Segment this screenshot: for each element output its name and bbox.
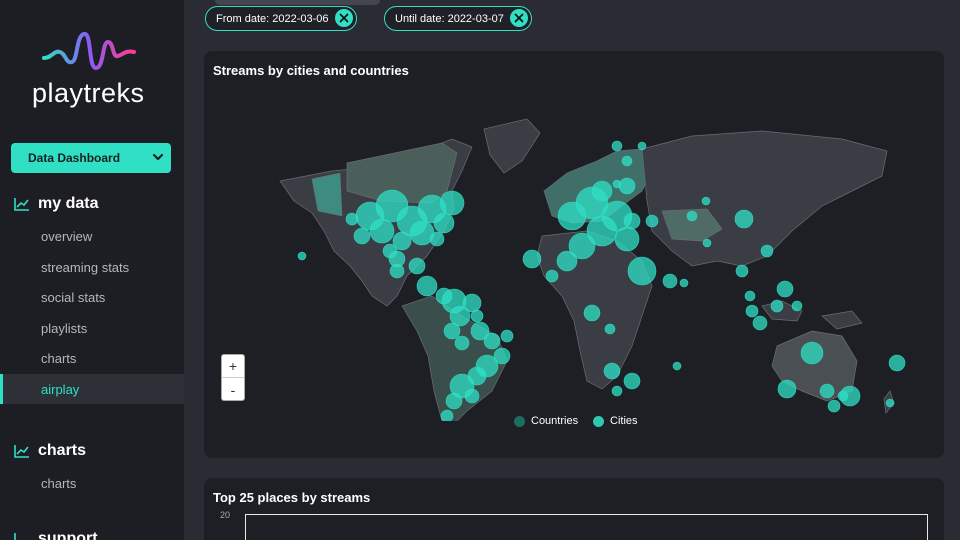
soundwave-logo-icon	[42, 32, 136, 71]
dashboard-select[interactable]: Data Dashboard	[11, 143, 171, 173]
sidebar: playtreks Data Dashboard my data overvie…	[0, 0, 184, 540]
dashboard-select-value: Data Dashboard	[28, 151, 121, 165]
line-chart-icon	[14, 445, 29, 458]
sidebar-item-airplay[interactable]: airplay	[0, 374, 184, 404]
zoom-in-button[interactable]: +	[222, 355, 244, 378]
sidebar-item-label: social stats	[41, 289, 106, 305]
close-icon	[339, 13, 349, 23]
chevron-down-icon	[152, 153, 164, 161]
sidebar-item-label: charts	[41, 475, 77, 491]
sidebar-item-label: charts	[41, 350, 77, 366]
section-my-data-label: my data	[38, 195, 99, 212]
legend-countries-swatch	[514, 415, 525, 427]
map-card: Streams by cities and countries + - Coun…	[204, 51, 944, 458]
sidebar-item-overview[interactable]: overview	[0, 221, 184, 251]
section-support-label: support	[38, 530, 98, 540]
remove-until-date-button[interactable]	[510, 9, 528, 27]
legend-countries[interactable]: Countries	[514, 415, 578, 427]
zoom-control: + -	[221, 354, 245, 401]
top-bar-stub	[215, 0, 380, 5]
legend-countries-label: Countries	[531, 415, 579, 427]
section-charts: charts	[14, 442, 86, 460]
legend-cities-swatch	[593, 415, 604, 427]
from-date-label: From date: 2022-03-06	[216, 12, 329, 25]
section-charts-label: charts	[38, 442, 87, 459]
sidebar-item-streaming-stats[interactable]: streaming stats	[0, 252, 184, 282]
line-chart-icon	[14, 533, 16, 540]
from-date-filter[interactable]: From date: 2022-03-06	[205, 6, 357, 31]
top-places-card: Top 25 places by streams 20	[204, 478, 944, 540]
sidebar-item-label: overview	[41, 228, 93, 244]
sidebar-item-label: airplay	[41, 381, 80, 397]
sidebar-item-label: playlists	[41, 320, 88, 336]
legend-cities[interactable]: Cities	[593, 415, 638, 427]
close-icon	[514, 13, 524, 23]
until-date-label: Until date: 2022-03-07	[395, 12, 504, 25]
sidebar-item-charts-2[interactable]: charts	[0, 468, 184, 498]
sidebar-item-playlists[interactable]: playlists	[0, 313, 184, 343]
top-places-title: Top 25 places by streams	[213, 490, 371, 505]
sidebar-item-label: streaming stats	[41, 259, 130, 275]
y-axis-tick: 20	[220, 510, 231, 520]
playtreks-logo[interactable]: playtreks	[28, 28, 158, 108]
zoom-out-button[interactable]: -	[222, 378, 244, 401]
country-shapes	[279, 118, 895, 421]
until-date-filter[interactable]: Until date: 2022-03-07	[384, 6, 532, 31]
section-support: support	[14, 530, 98, 540]
legend-cities-label: Cities	[610, 415, 638, 427]
section-my-data: my data	[14, 195, 98, 213]
brand-name: playtreks	[32, 78, 145, 108]
map-card-title: Streams by cities and countries	[213, 63, 409, 78]
top-places-plot-area	[245, 514, 928, 540]
world-map[interactable]	[222, 91, 912, 421]
sidebar-item-social-stats[interactable]: social stats	[0, 282, 184, 312]
remove-from-date-button[interactable]	[335, 9, 353, 27]
line-chart-icon	[14, 198, 29, 211]
sidebar-item-charts[interactable]: charts	[0, 343, 184, 373]
